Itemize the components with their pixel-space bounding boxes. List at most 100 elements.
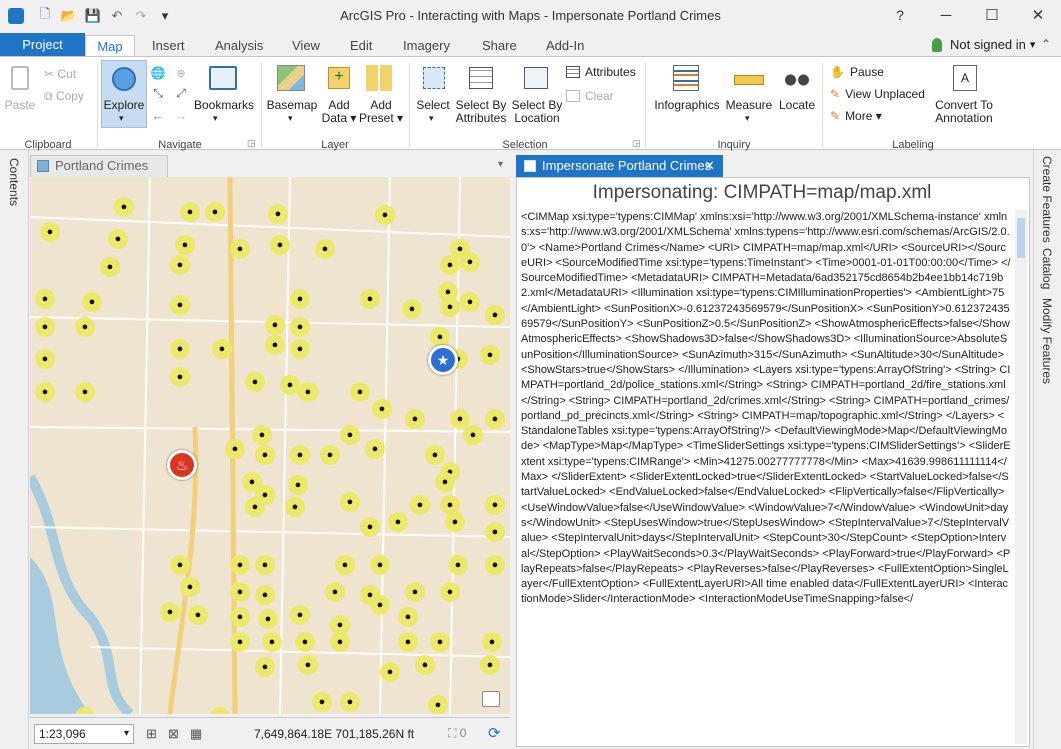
crime-point-icon[interactable]: ● bbox=[170, 367, 190, 387]
crime-point-icon[interactable]: ● bbox=[170, 255, 190, 275]
crime-point-icon[interactable]: ● bbox=[430, 632, 450, 652]
crime-point-icon[interactable]: ● bbox=[372, 399, 392, 419]
dialog-launcher-icon[interactable]: ◲ bbox=[632, 138, 641, 149]
map-view-tab[interactable]: Portland Crimes bbox=[30, 155, 168, 177]
crime-point-icon[interactable]: ● bbox=[485, 522, 505, 542]
crime-point-icon[interactable]: ● bbox=[35, 317, 55, 337]
fixed-zoom-icon[interactable]: ⊕ bbox=[172, 65, 190, 81]
undo-icon[interactable]: ↶ bbox=[108, 7, 126, 25]
crime-point-icon[interactable]: ● bbox=[100, 257, 120, 277]
crime-point-icon[interactable]: ● bbox=[290, 445, 310, 465]
crime-point-icon[interactable]: ● bbox=[230, 239, 250, 259]
crime-point-icon[interactable]: ● bbox=[448, 555, 468, 575]
crime-point-icon[interactable]: ● bbox=[330, 632, 350, 652]
selected-features-count[interactable]: ⛶ 0 bbox=[448, 726, 466, 741]
convert-to-annotation-button[interactable]: Convert To Annotation bbox=[928, 99, 1000, 125]
crime-point-icon[interactable]: ● bbox=[440, 255, 460, 275]
crime-point-icon[interactable]: ● bbox=[225, 439, 245, 459]
crime-point-icon[interactable]: ● bbox=[230, 607, 250, 627]
cut-button[interactable]: ✂ Cut bbox=[44, 67, 76, 81]
tab-view[interactable]: View bbox=[280, 35, 332, 57]
crime-point-icon[interactable]: ● bbox=[460, 292, 480, 312]
crime-point-icon[interactable]: ● bbox=[405, 409, 425, 429]
crime-point-icon[interactable]: ● bbox=[230, 632, 250, 652]
crime-point-icon[interactable]: ● bbox=[188, 605, 208, 625]
police-station-icon[interactable]: ★ bbox=[428, 345, 458, 375]
scrollbar-thumb[interactable] bbox=[1017, 218, 1025, 258]
crime-point-icon[interactable]: ● bbox=[170, 339, 190, 359]
crime-point-icon[interactable]: ● bbox=[460, 252, 480, 272]
fire-station-icon[interactable]: ♨ bbox=[167, 450, 197, 480]
crime-point-icon[interactable]: ● bbox=[205, 202, 225, 222]
cim-xml-text[interactable]: <CIMMap xsi:type='typens:CIMMap' xmlns:x… bbox=[521, 210, 1011, 744]
crime-point-icon[interactable]: ● bbox=[315, 239, 335, 259]
crime-point-icon[interactable]: ● bbox=[170, 295, 190, 315]
more-labeling-button[interactable]: ✎ More ▾ bbox=[830, 109, 882, 123]
tab-insert[interactable]: Insert bbox=[140, 35, 197, 57]
crime-point-icon[interactable]: ● bbox=[245, 497, 265, 517]
crime-point-icon[interactable]: ● bbox=[40, 222, 60, 242]
maximize-button[interactable]: ☐ bbox=[969, 0, 1015, 30]
collapse-ribbon-icon[interactable]: ⌃ bbox=[1041, 37, 1051, 51]
crime-point-icon[interactable]: ● bbox=[75, 382, 95, 402]
constraints-icon[interactable]: ⊠ bbox=[168, 726, 179, 742]
crime-point-icon[interactable]: ● bbox=[398, 632, 418, 652]
crime-point-icon[interactable]: ● bbox=[180, 202, 200, 222]
scale-selector[interactable]: 1:23,096 ▾ bbox=[34, 724, 134, 744]
tab-analysis[interactable]: Analysis bbox=[203, 35, 275, 57]
crime-point-icon[interactable]: ● bbox=[440, 582, 460, 602]
full-extent-icon[interactable]: 🌐 bbox=[149, 65, 167, 81]
crime-point-icon[interactable]: ● bbox=[485, 305, 505, 325]
view-menu-icon[interactable]: ▾ bbox=[498, 159, 503, 170]
crime-point-icon[interactable]: ● bbox=[35, 382, 55, 402]
crime-point-icon[interactable]: ● bbox=[212, 339, 232, 359]
crime-point-icon[interactable]: ● bbox=[350, 382, 370, 402]
tab-imagery[interactable]: Imagery bbox=[391, 35, 462, 57]
xml-scrollbar[interactable] bbox=[1015, 210, 1027, 744]
crime-point-icon[interactable]: ● bbox=[265, 335, 285, 355]
crime-point-icon[interactable]: ● bbox=[375, 205, 395, 225]
crime-point-icon[interactable]: ● bbox=[290, 339, 310, 359]
dialog-launcher-icon[interactable]: ◲ bbox=[247, 138, 256, 149]
refresh-icon[interactable]: ⟳ bbox=[488, 724, 501, 742]
crime-point-icon[interactable]: ● bbox=[285, 497, 305, 517]
map-canvas[interactable]: ● ● ● ● ● ● ● ● ● ● ● ● ● ● ● ● ● ● ● ● ● ● ● ● ● ● ● ● ● ● ● ● ● ● ● ● ● ● ● ●… bbox=[30, 177, 510, 714]
crime-point-icon[interactable]: ● bbox=[75, 707, 95, 714]
crime-point-icon[interactable]: ● bbox=[210, 707, 230, 714]
crime-point-icon[interactable]: ● bbox=[485, 409, 505, 429]
crime-point-icon[interactable]: ● bbox=[325, 582, 345, 602]
explore-button[interactable]: Explore ▾ bbox=[101, 60, 147, 128]
close-pane-icon[interactable]: ✕ bbox=[704, 155, 715, 177]
crime-point-icon[interactable]: ● bbox=[335, 555, 355, 575]
crime-point-icon[interactable]: ● bbox=[170, 555, 190, 575]
zoom-in-fixed-icon[interactable]: ⤡ bbox=[149, 85, 167, 101]
clear-selection-button[interactable]: Clear bbox=[566, 89, 614, 103]
crime-point-icon[interactable]: ● bbox=[340, 692, 360, 712]
locate-button[interactable]: Locate bbox=[775, 99, 819, 112]
crime-point-icon[interactable]: ● bbox=[258, 609, 278, 629]
customize-qat-icon[interactable]: ▾ bbox=[156, 7, 174, 25]
crime-point-icon[interactable]: ● bbox=[298, 655, 318, 675]
tab-share[interactable]: Share bbox=[470, 35, 529, 57]
crime-point-icon[interactable]: ● bbox=[255, 657, 275, 677]
crime-point-icon[interactable]: ● bbox=[312, 692, 332, 712]
crime-point-icon[interactable]: ● bbox=[255, 555, 275, 575]
chat-icon[interactable] bbox=[482, 691, 500, 707]
help-button[interactable]: ? bbox=[877, 0, 923, 30]
crime-point-icon[interactable]: ● bbox=[480, 655, 500, 675]
open-project-icon[interactable]: 📂 bbox=[60, 7, 78, 25]
view-unplaced-button[interactable]: ✎ View Unplaced bbox=[830, 87, 925, 101]
table-view-icon[interactable]: ▦ bbox=[190, 726, 202, 742]
crime-point-icon[interactable]: ● bbox=[290, 289, 310, 309]
crime-point-icon[interactable]: ● bbox=[485, 495, 505, 515]
crime-point-icon[interactable]: ● bbox=[270, 235, 290, 255]
crime-point-icon[interactable]: ● bbox=[405, 582, 425, 602]
tab-edit[interactable]: Edit bbox=[338, 35, 384, 57]
account-menu[interactable]: Not signed in ▾ bbox=[932, 37, 1035, 52]
measure-button[interactable]: Measure bbox=[724, 99, 774, 112]
crime-point-icon[interactable]: ● bbox=[440, 297, 460, 317]
grid-snap-icon[interactable]: ⊞ bbox=[146, 726, 157, 742]
contents-pane-tab[interactable]: Contents bbox=[7, 158, 21, 206]
crime-point-icon[interactable]: ● bbox=[370, 595, 390, 615]
crime-point-icon[interactable]: ● bbox=[370, 555, 390, 575]
